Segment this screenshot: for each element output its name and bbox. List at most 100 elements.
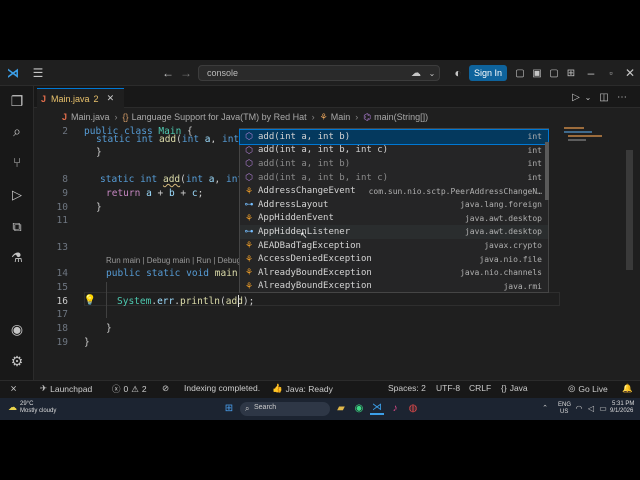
launchpad-item[interactable]: ✈ Launchpad bbox=[40, 383, 92, 394]
method-icon: ⌬ bbox=[363, 111, 372, 122]
eol-item[interactable]: CRLF bbox=[469, 383, 491, 393]
code-line-return[interactable]: return a + b + c; bbox=[106, 188, 203, 199]
class-icon: ⚘ bbox=[244, 240, 254, 251]
settings-gear-icon[interactable]: ⚙ bbox=[7, 352, 27, 370]
suggestion-item[interactable]: ⬡ add(int a, int b) int bbox=[239, 129, 549, 145]
split-editor-icon[interactable]: ◫ bbox=[598, 91, 610, 103]
run-java-icon[interactable]: ▷ bbox=[570, 91, 582, 103]
text-cursor bbox=[238, 295, 239, 307]
breadcrumb-method[interactable]: main(String[]) bbox=[374, 112, 428, 122]
code-line-close-brace-3[interactable]: } bbox=[106, 323, 112, 334]
suggestion-item[interactable]: ⚘ AlreadyBoundException java.nio.channel… bbox=[240, 266, 548, 280]
method-icon: ⬡ bbox=[245, 131, 253, 142]
app-icon[interactable]: ◍ bbox=[406, 401, 420, 415]
tab-close-icon[interactable]: ✕ bbox=[107, 93, 115, 104]
toggle-panel-icon[interactable]: ▣ bbox=[529, 65, 545, 81]
command-center-search[interactable]: console bbox=[198, 65, 440, 81]
suggestion-item[interactable]: ⬡ add(int a, int b, int c) int bbox=[240, 171, 548, 185]
code-line-add-method[interactable]: static int add(int a, int bbox=[100, 174, 243, 185]
source-control-icon[interactable]: ⑂ bbox=[7, 153, 27, 171]
tiktok-icon[interactable]: ♪ bbox=[388, 401, 402, 415]
file-explorer-icon[interactable]: ▰ bbox=[334, 401, 348, 415]
toggle-primary-sidebar-icon[interactable]: ▢ bbox=[512, 65, 528, 81]
braces-icon: {} bbox=[501, 383, 507, 393]
testing-flask-icon[interactable]: ⚗ bbox=[7, 249, 27, 267]
chrome-icon[interactable]: ◉ bbox=[352, 401, 366, 415]
close-window-icon[interactable]: ✕ bbox=[622, 65, 638, 81]
go-live-item[interactable]: ◎ Go Live bbox=[568, 383, 608, 394]
remote-indicator-icon[interactable]: ⨯ bbox=[10, 383, 17, 394]
suggestion-item[interactable]: ⚘ AddressChangeEvent com.sun.nio.sctp.Pe… bbox=[240, 184, 548, 198]
battery-icon[interactable]: ▭ bbox=[598, 401, 608, 415]
breadcrumb-class[interactable]: Main bbox=[331, 112, 351, 122]
braces-icon: {} bbox=[122, 112, 129, 122]
minimize-icon[interactable]: – bbox=[583, 65, 599, 81]
copilot-chat-icon[interactable]: ☁ bbox=[408, 65, 424, 81]
clock-date[interactable]: 9/1/2026 bbox=[610, 408, 633, 414]
back-arrow-icon[interactable]: ← bbox=[160, 65, 176, 81]
line-number-2: 2 bbox=[62, 126, 68, 137]
editor-scrollbar[interactable] bbox=[626, 150, 633, 270]
breadcrumb-package[interactable]: Language Support for Java(TM) by Red Hat bbox=[132, 112, 307, 122]
clock-time[interactable]: 5:31 PM bbox=[612, 401, 634, 407]
suggestion-item[interactable]: ⚘ AccessDeniedException java.nio.file bbox=[240, 252, 548, 266]
suggestion-item[interactable]: ⬡ add(int a, int b, int c) int bbox=[240, 144, 548, 158]
suggestion-item[interactable]: ⊶ AppHiddenListener java.awt.desktop bbox=[240, 225, 548, 239]
suggestion-item[interactable]: ⊶ AddressLayout java.lang.foreign bbox=[240, 198, 548, 212]
restore-icon[interactable]: ▫ bbox=[603, 65, 619, 81]
chevron-down-icon[interactable]: ⌄ bbox=[424, 65, 440, 81]
more-actions-icon[interactable]: ⋯ bbox=[616, 91, 628, 103]
suggestion-item[interactable]: ⚘ AppHiddenEvent java.awt.desktop bbox=[240, 212, 548, 226]
notifications-bell-icon[interactable]: 🔔 bbox=[622, 383, 633, 394]
code-line-main[interactable]: public static void main( bbox=[106, 268, 243, 279]
ports-icon[interactable]: ⊘ bbox=[162, 383, 169, 394]
taskbar-search-box[interactable]: ⌕ Search bbox=[240, 402, 330, 416]
toggle-secondary-sidebar-icon[interactable]: ▢ bbox=[546, 65, 562, 81]
volume-icon[interactable]: ◁ bbox=[586, 401, 596, 415]
wifi-icon[interactable]: ◠ bbox=[574, 401, 584, 415]
code-line-close-brace-2[interactable]: } bbox=[96, 202, 102, 213]
problems-item[interactable]: ⓧ 0 ⚠ 2 bbox=[112, 383, 147, 395]
encoding-item[interactable]: UTF-8 bbox=[436, 383, 460, 393]
class-icon: ⚘ bbox=[244, 253, 254, 264]
language-mode-item[interactable]: {} Java bbox=[501, 383, 528, 393]
weather-temp[interactable]: 29°C bbox=[20, 401, 33, 407]
run-debug-icon[interactable]: ▷ bbox=[7, 186, 27, 204]
suggestion-scrollbar[interactable] bbox=[545, 142, 549, 200]
suggestion-item[interactable]: ⬡ add(int a, int b) int bbox=[240, 157, 548, 171]
tab-main-java[interactable]: J Main.java 2 ✕ bbox=[37, 88, 124, 108]
run-dropdown-chevron-icon[interactable]: ⌄ bbox=[583, 91, 593, 103]
method-icon: ⬡ bbox=[245, 158, 253, 169]
java-status[interactable]: 👍 Java: Ready bbox=[272, 383, 333, 394]
input-region[interactable]: US bbox=[560, 409, 568, 415]
explorer-icon[interactable]: ❐ bbox=[7, 92, 27, 110]
line-number-16: 16 bbox=[56, 296, 68, 307]
account-icon[interactable]: ◉ bbox=[7, 320, 27, 338]
forward-arrow-icon[interactable]: → bbox=[178, 65, 194, 81]
weather-desc[interactable]: Mostly cloudy bbox=[20, 408, 56, 414]
sign-in-button[interactable]: Sign In bbox=[469, 65, 507, 81]
tray-chevron-icon[interactable]: ⌃ bbox=[540, 401, 550, 415]
windows-start-icon[interactable]: ⊞ bbox=[222, 401, 236, 415]
vscode-logo-icon: ⋊ bbox=[7, 66, 19, 80]
code-line-close-brace-4[interactable]: } bbox=[84, 337, 90, 348]
extensions-icon[interactable]: ⧉ bbox=[7, 218, 27, 236]
input-language[interactable]: ENG bbox=[558, 402, 571, 408]
lightbulb-icon[interactable]: 💡 bbox=[84, 294, 96, 306]
vscode-taskbar-icon[interactable]: ⋊ bbox=[370, 401, 384, 415]
java-file-icon: J bbox=[41, 93, 47, 104]
search-icon[interactable]: ⌕ bbox=[7, 122, 27, 140]
minimap[interactable] bbox=[560, 125, 620, 165]
code-line-sticky[interactable]: static int add(int a, int bbox=[96, 134, 239, 143]
suggestion-widget: ⬡ add(int a, int b) int ⬡ add(int a, int… bbox=[239, 128, 549, 293]
suggestion-item[interactable]: ⚘ AlreadyBoundException java.rmi bbox=[240, 280, 548, 294]
breadcrumb-file[interactable]: Main.java bbox=[71, 112, 110, 122]
indentation-item[interactable]: Spaces: 2 bbox=[388, 383, 426, 393]
customize-layout-icon[interactable]: ⊞ bbox=[563, 65, 579, 81]
account-shield-icon[interactable]: ◐ bbox=[450, 65, 466, 81]
suggestion-item[interactable]: ⚘ AEADBadTagException javax.crypto bbox=[240, 239, 548, 253]
menu-icon[interactable]: ☰ bbox=[30, 65, 46, 81]
code-line-println[interactable]: System.err.println(add); bbox=[117, 296, 254, 307]
code-line-close-brace-1[interactable]: } bbox=[96, 147, 102, 158]
code-lens-run-debug[interactable]: Run main | Debug main | Run | Debug bbox=[106, 256, 241, 265]
